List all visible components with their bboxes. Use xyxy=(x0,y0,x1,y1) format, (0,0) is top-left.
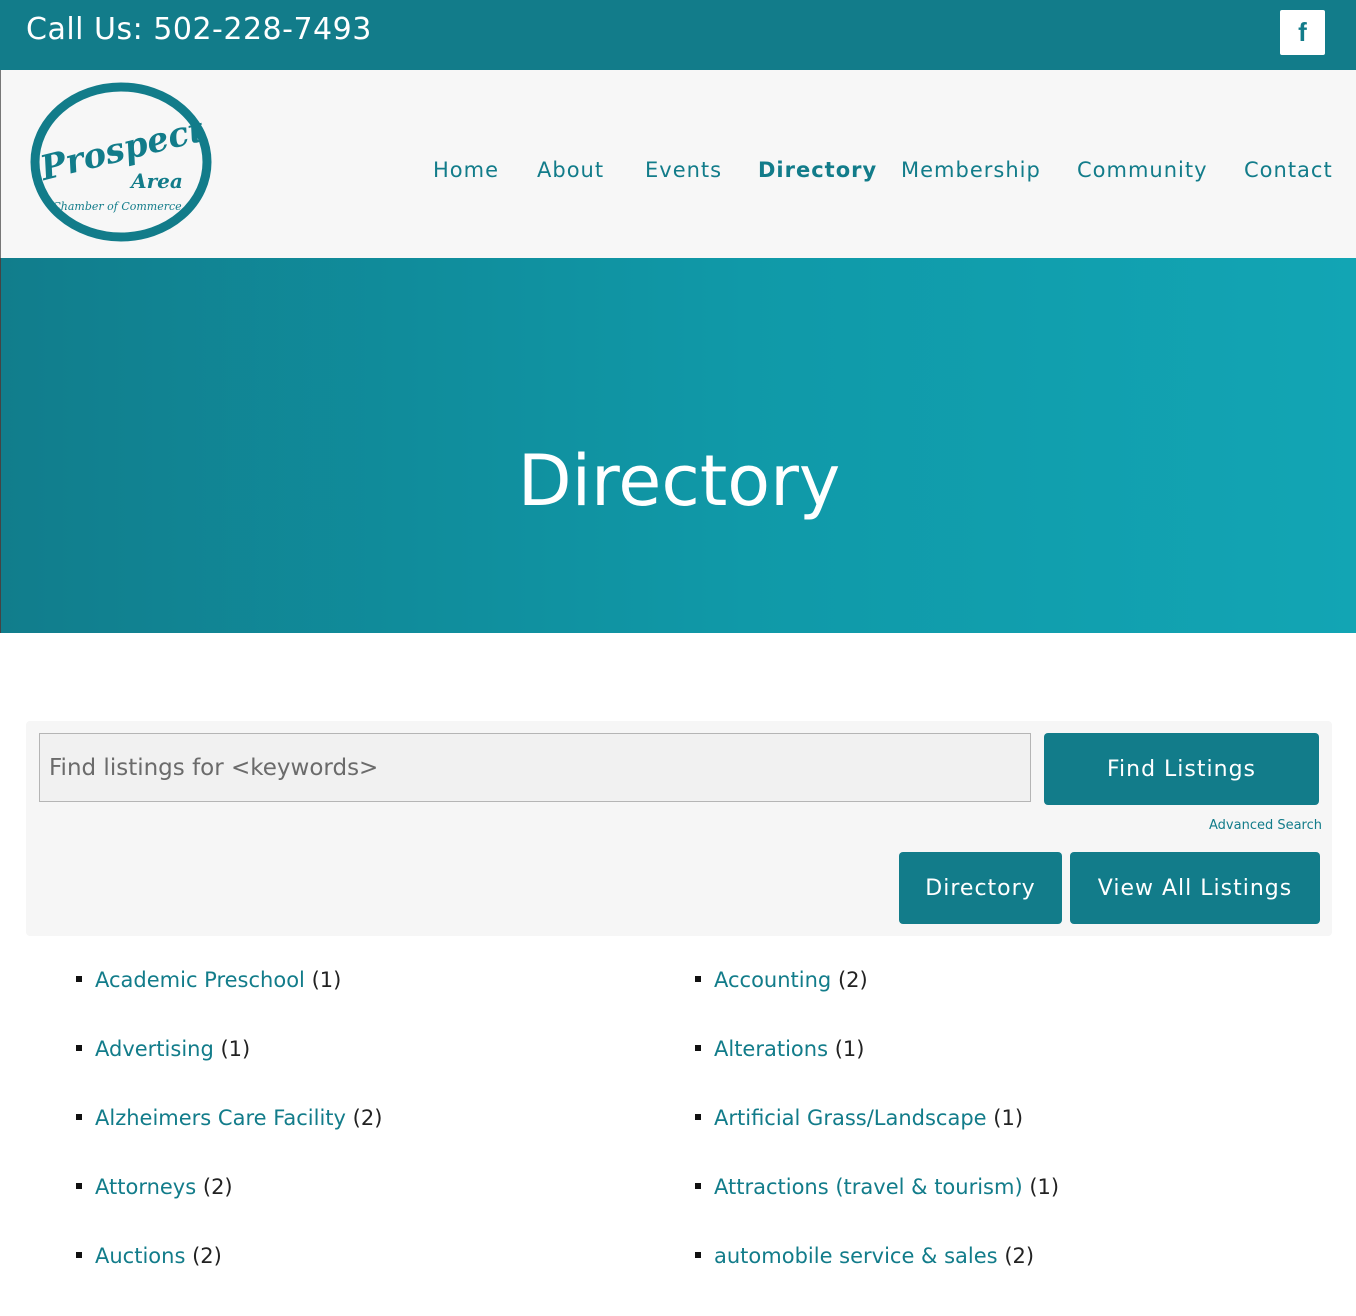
category-link[interactable]: Attorneys xyxy=(95,1175,196,1199)
nav-events[interactable]: Events xyxy=(645,158,722,188)
category-link[interactable]: automobile service & sales xyxy=(714,1244,998,1268)
list-item: Accounting (2) xyxy=(695,968,868,992)
category-link[interactable]: Auctions xyxy=(95,1244,185,1268)
view-all-listings-button[interactable]: View All Listings xyxy=(1070,852,1320,924)
category-link[interactable]: Academic Preschool xyxy=(95,968,305,992)
bullet xyxy=(695,976,701,982)
directory-button[interactable]: Directory xyxy=(899,852,1062,924)
category-count: (2) xyxy=(1004,1244,1035,1268)
category-count: (1) xyxy=(311,968,342,992)
list-item: Advertising (1) xyxy=(76,1037,250,1061)
bullet xyxy=(695,1114,701,1120)
list-item: Artificial Grass/Landscape (1) xyxy=(695,1106,1023,1130)
category-count: (1) xyxy=(220,1037,251,1061)
facebook-icon[interactable]: f xyxy=(1280,10,1325,55)
page-title: Directory xyxy=(517,440,841,522)
top-bar: Call Us: 502-228-7493 f xyxy=(0,0,1356,70)
bullet xyxy=(76,1045,82,1051)
list-item: Attorneys (2) xyxy=(76,1175,233,1199)
category-count: (2) xyxy=(202,1175,233,1199)
list-item: Alterations (1) xyxy=(695,1037,864,1061)
logo-tagline: Chamber of Commerce xyxy=(52,200,182,213)
list-item: automobile service & sales (2) xyxy=(695,1244,1034,1268)
bullet xyxy=(76,1252,82,1258)
nav-directory[interactable]: Directory xyxy=(758,158,877,188)
category-count: (1) xyxy=(1029,1175,1060,1199)
site-header: Prospect Area Chamber of Commerce Home A… xyxy=(0,70,1356,258)
bullet xyxy=(76,1114,82,1120)
nav-membership[interactable]: Membership xyxy=(901,158,1041,188)
list-item: Alzheimers Care Facility (2) xyxy=(76,1106,382,1130)
category-link[interactable]: Accounting xyxy=(714,968,831,992)
nav-home[interactable]: Home xyxy=(433,158,499,188)
category-count: (2) xyxy=(352,1106,383,1130)
nav-contact[interactable]: Contact xyxy=(1244,158,1333,188)
advanced-search-link[interactable]: Advanced Search xyxy=(1209,818,1322,833)
category-link[interactable]: Artificial Grass/Landscape xyxy=(714,1106,987,1130)
hero-banner: Directory xyxy=(0,258,1356,633)
bullet xyxy=(76,976,82,982)
bullet xyxy=(76,1183,82,1189)
category-count: (2) xyxy=(192,1244,222,1268)
find-listings-button[interactable]: Find Listings xyxy=(1044,733,1319,805)
category-count: (2) xyxy=(837,968,868,992)
bullet xyxy=(695,1183,701,1189)
nav-about[interactable]: About xyxy=(537,158,604,188)
nav-community[interactable]: Community xyxy=(1077,158,1208,188)
category-count: (1) xyxy=(834,1037,865,1061)
category-link[interactable]: Alterations xyxy=(714,1037,828,1061)
search-input[interactable] xyxy=(39,733,1031,802)
logo[interactable]: Prospect Area Chamber of Commerce xyxy=(29,82,215,244)
list-item: Attractions (travel & tourism) (1) xyxy=(695,1175,1059,1199)
category-link[interactable]: Attractions (travel & tourism) xyxy=(714,1175,1023,1199)
category-link[interactable]: Alzheimers Care Facility xyxy=(95,1106,346,1130)
list-item: Academic Preschool (1) xyxy=(76,968,341,992)
bullet xyxy=(695,1045,701,1051)
category-count: (1) xyxy=(993,1106,1024,1130)
phone-number[interactable]: Call Us: 502-228-7493 xyxy=(26,12,372,47)
list-item: Auctions (2) xyxy=(76,1244,222,1268)
logo-area: Area xyxy=(129,169,183,193)
bullet xyxy=(695,1252,701,1258)
search-panel: Find Listings Advanced Search Directory … xyxy=(26,721,1332,936)
category-link[interactable]: Advertising xyxy=(95,1037,214,1061)
